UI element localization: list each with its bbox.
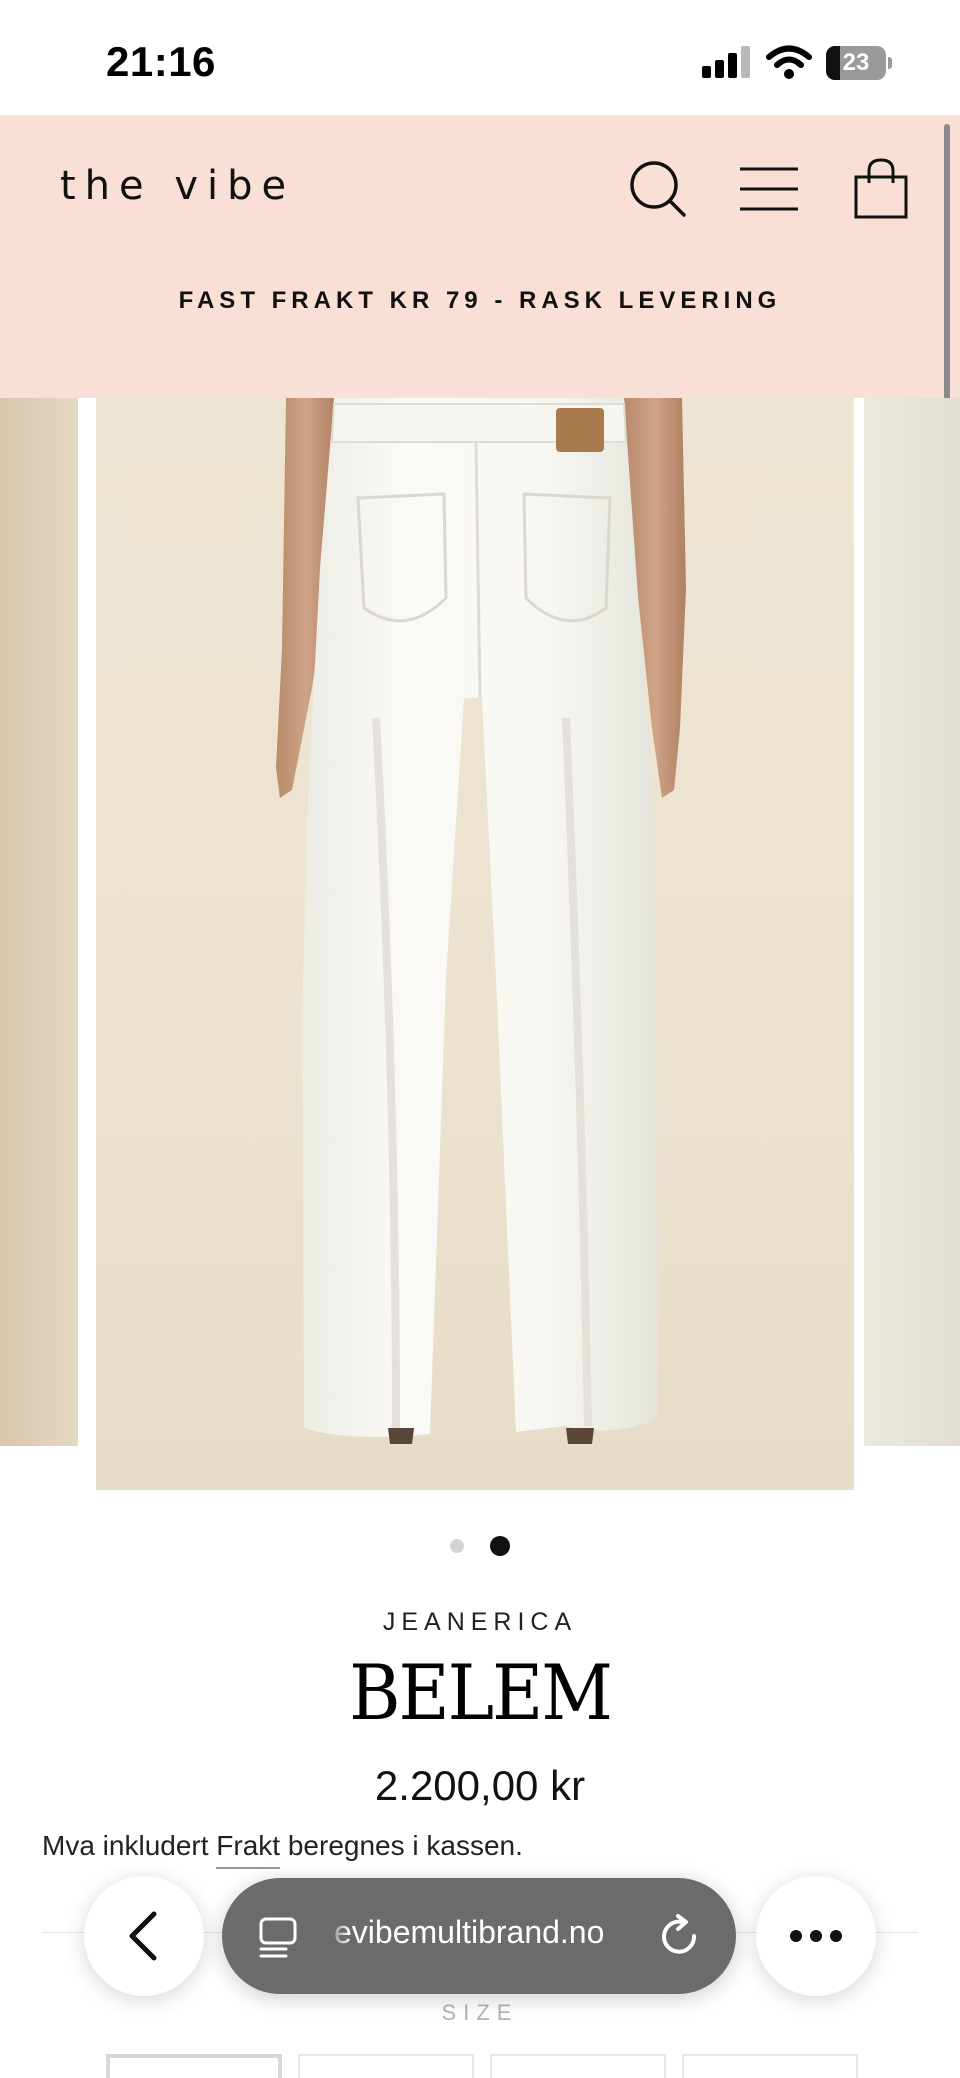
- more-dots-icon: [790, 1930, 842, 1942]
- tax-shipping-note: Mva inkludert Frakt beregnes i kassen.: [42, 1830, 523, 1862]
- back-chevron-icon: [129, 1911, 157, 1961]
- carousel-dots: [0, 1536, 960, 1556]
- product-price: 2.200,00 kr: [374, 1762, 586, 1809]
- browser-address-bar[interactable]: evibemultibrand.no: [222, 1878, 736, 1994]
- status-bar: 21:16 23: [0, 0, 960, 115]
- search-icon[interactable]: [626, 157, 690, 221]
- product-title: BELEM: [349, 1648, 613, 1738]
- carousel-dot[interactable]: [450, 1539, 464, 1553]
- battery-level: 23: [842, 49, 870, 76]
- browser-back-button[interactable]: [84, 1876, 204, 1996]
- hamburger-menu-icon[interactable]: [738, 157, 800, 221]
- product-image[interactable]: [96, 398, 854, 1490]
- gallery-next-slide[interactable]: [864, 398, 960, 1446]
- reload-icon[interactable]: [658, 1914, 702, 1960]
- size-label: SIZE: [441, 2000, 519, 2025]
- site-logo[interactable]: the vibe: [60, 163, 295, 209]
- carousel-dot[interactable]: [490, 1536, 510, 1556]
- site-header: the vibe FAST FRAKT KR 79 - RASK LEVERIN…: [0, 115, 960, 398]
- battery-icon: 23: [826, 46, 892, 80]
- product-gallery[interactable]: [0, 398, 960, 1490]
- page-menu-icon[interactable]: [258, 1916, 300, 1958]
- announcement-bar: FAST FRAKT KR 79 - RASK LEVERING: [178, 287, 782, 314]
- tax-text-end: beregnes i kassen.: [280, 1830, 523, 1861]
- size-option[interactable]: [106, 2054, 282, 2078]
- product-brand[interactable]: JEANERICA: [0, 1608, 960, 1637]
- size-option[interactable]: [490, 2054, 666, 2078]
- url-text[interactable]: evibemultibrand.no: [334, 1914, 604, 1951]
- cellular-signal-icon: [702, 46, 750, 78]
- url-fade: [326, 1898, 350, 1974]
- tax-text: Mva inkludert: [42, 1830, 217, 1861]
- shipping-link[interactable]: Frakt: [216, 1830, 280, 1861]
- size-option[interactable]: [298, 2054, 474, 2078]
- browser-more-button[interactable]: [756, 1876, 876, 1996]
- size-option[interactable]: [682, 2054, 858, 2078]
- wifi-icon: [766, 45, 812, 79]
- status-time: 21:16: [106, 38, 216, 85]
- gallery-prev-slide[interactable]: [0, 398, 78, 1446]
- shopping-bag-icon[interactable]: [852, 157, 910, 221]
- jeans-photo-illustration: [96, 398, 854, 1490]
